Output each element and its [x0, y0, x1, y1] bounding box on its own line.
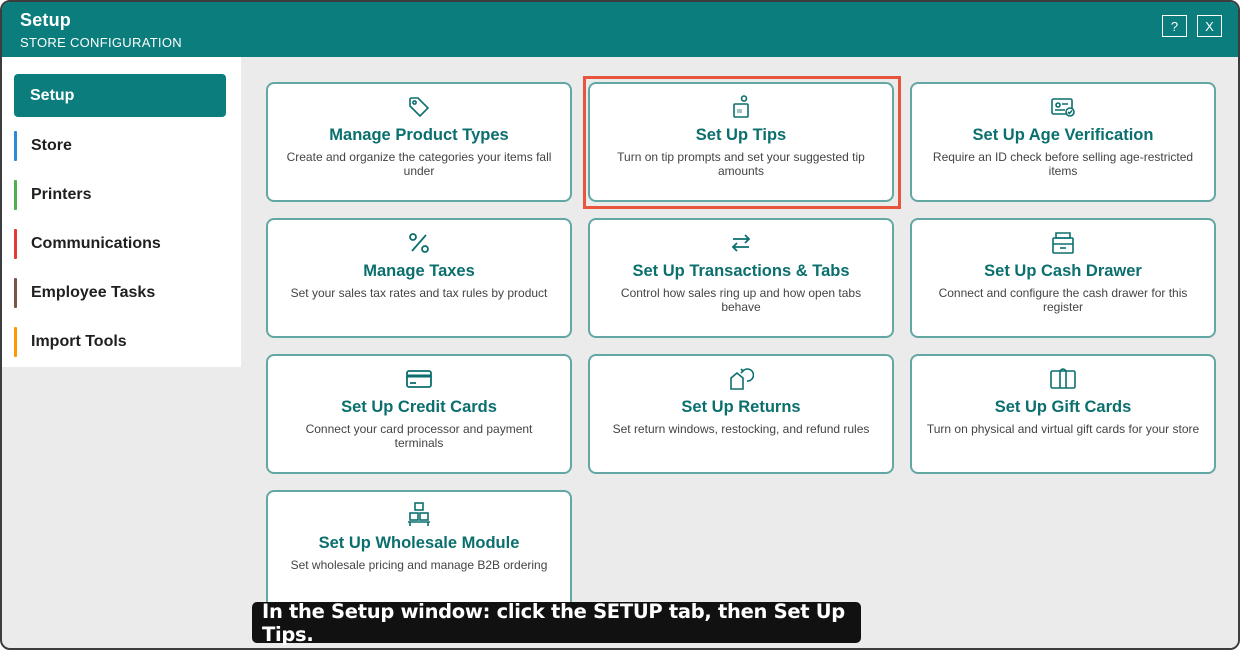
sidebar-item-label: Printers: [31, 186, 92, 203]
card-set-up-credit-cards[interactable]: Set Up Credit Cards Connect your card pr…: [266, 354, 572, 474]
card-title: Set Up Tips: [695, 126, 787, 144]
card-title: Set Up Returns: [681, 398, 801, 416]
sidebar-item-label: Communications: [31, 235, 161, 252]
sidebar-item-label: Setup: [30, 86, 75, 104]
color-marker: [14, 278, 17, 308]
color-marker: [14, 131, 17, 161]
card-title: Set Up Cash Drawer: [984, 262, 1142, 280]
sidebar-item-employee-tasks[interactable]: Employee Tasks: [14, 277, 226, 309]
sidebar-item-setup[interactable]: Setup: [14, 74, 226, 117]
card-description: Set your sales tax rates and tax rules b…: [290, 286, 548, 300]
card-description: Require an ID check before selling age-r…: [932, 150, 1194, 178]
card-set-up-tips[interactable]: Set Up Tips Turn on tip prompts and set …: [588, 82, 894, 202]
card-set-up-age-verification[interactable]: Set Up Age Verification Require an ID ch…: [910, 82, 1216, 202]
credit-card-icon: [268, 366, 570, 392]
transfer-arrows-icon: [590, 230, 892, 256]
sidebar-item-store[interactable]: Store: [14, 130, 226, 162]
close-button[interactable]: X: [1197, 15, 1222, 37]
return-icon: [590, 366, 892, 392]
tag-icon: [268, 94, 570, 120]
card-title: Set Up Age Verification: [972, 126, 1154, 144]
card-description: Turn on tip prompts and set your suggest…: [617, 150, 865, 178]
card-title: Manage Taxes: [363, 262, 475, 280]
card-title: Manage Product Types: [329, 126, 509, 144]
sidebar-item-label: Store: [31, 137, 72, 154]
sidebar-item-import-tools[interactable]: Import Tools: [14, 326, 226, 358]
tip-jar-icon: [590, 94, 892, 120]
sidebar-item-label: Import Tools: [31, 333, 127, 350]
card-manage-taxes[interactable]: Manage Taxes Set your sales tax rates an…: [266, 218, 572, 338]
cash-drawer-icon: [912, 230, 1214, 256]
card-description: Control how sales ring up and how open t…: [620, 286, 862, 314]
card-title: Set Up Transactions & Tabs: [632, 262, 850, 280]
wholesale-boxes-icon: [268, 502, 570, 528]
color-marker: [14, 327, 17, 357]
color-marker: [14, 229, 17, 259]
sidebar: Setup Store Printers Communications Empl…: [2, 57, 241, 367]
card-title: Set Up Credit Cards: [341, 398, 497, 416]
card-description: Create and organize the categories your …: [286, 150, 552, 178]
card-title: Set Up Gift Cards: [994, 398, 1132, 416]
help-button[interactable]: ?: [1162, 15, 1187, 37]
card-set-up-gift-cards[interactable]: Set Up Gift Cards Turn on physical and v…: [910, 354, 1216, 474]
card-manage-product-types[interactable]: Manage Product Types Create and organize…: [266, 82, 572, 202]
window-title: Setup: [20, 10, 72, 30]
sidebar-item-communications[interactable]: Communications: [14, 228, 226, 260]
color-marker: [14, 180, 17, 210]
gift-card-icon: [912, 366, 1214, 392]
setup-window: Setup STORE CONFIGURATION ? X Setup Stor…: [0, 0, 1240, 650]
card-title: Set Up Wholesale Module: [318, 534, 520, 552]
card-set-up-transactions-tabs[interactable]: Set Up Transactions & Tabs Control how s…: [588, 218, 894, 338]
card-description: Connect and configure the cash drawer fo…: [938, 286, 1188, 314]
title-bar: Setup STORE CONFIGURATION ? X: [2, 2, 1238, 57]
sidebar-item-label: Employee Tasks: [31, 284, 156, 301]
card-description: Connect your card processor and payment …: [305, 422, 533, 450]
instruction-caption: In the Setup window: click the SETUP tab…: [252, 600, 861, 646]
card-description: Set wholesale pricing and manage B2B ord…: [290, 558, 548, 572]
percent-icon: [268, 230, 570, 256]
card-description: Turn on physical and virtual gift cards …: [926, 422, 1200, 436]
card-set-up-returns[interactable]: Set Up Returns Set return windows, resto…: [588, 354, 894, 474]
window-subtitle: STORE CONFIGURATION: [20, 35, 182, 50]
id-card-check-icon: [912, 94, 1214, 120]
sidebar-item-printers[interactable]: Printers: [14, 179, 226, 211]
card-set-up-cash-drawer[interactable]: Set Up Cash Drawer Connect and configure…: [910, 218, 1216, 338]
card-set-up-wholesale-module[interactable]: Set Up Wholesale Module Set wholesale pr…: [266, 490, 572, 610]
card-description: Set return windows, restocking, and refu…: [612, 422, 870, 436]
